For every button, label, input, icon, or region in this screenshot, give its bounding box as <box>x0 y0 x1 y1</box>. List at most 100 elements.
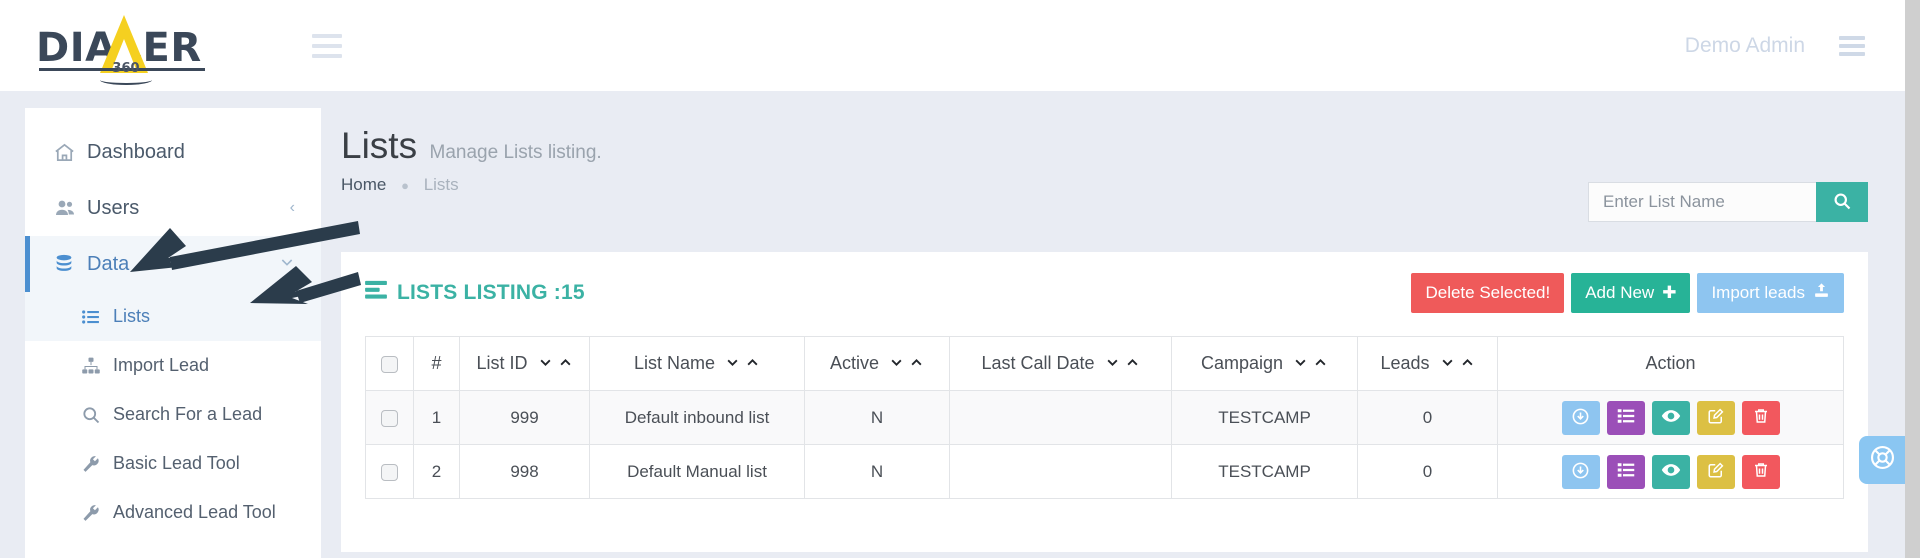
lists-panel: LISTS LISTING :15 Delete Selected! Add N… <box>341 252 1868 552</box>
delete-button[interactable] <box>1741 454 1780 489</box>
column-last-call-date[interactable]: Last Call Date <box>949 336 1172 391</box>
row-index: 1 <box>413 390 460 445</box>
preview-button[interactable] <box>1651 454 1690 489</box>
column-select-all <box>365 336 414 391</box>
plus-icon: ✚ <box>1662 283 1677 302</box>
navbar-right: Demo Admin <box>1685 34 1905 58</box>
edit-button[interactable] <box>1696 400 1735 435</box>
add-new-button[interactable]: Add New ✚ <box>1571 273 1691 313</box>
trash-icon <box>1752 461 1770 482</box>
column-leads[interactable]: Leads <box>1357 336 1498 391</box>
wrench-icon <box>81 503 113 523</box>
sitemap-icon <box>81 356 113 376</box>
sidebar-item-lists[interactable]: Lists <box>25 292 321 341</box>
search-button[interactable] <box>1816 182 1868 222</box>
brand-logo[interactable]: DIALER 360 <box>0 14 300 85</box>
column-label: # <box>431 353 442 373</box>
top-navbar: DIALER 360 Demo Admin <box>0 0 1905 91</box>
column-list-name[interactable]: List Name <box>589 336 805 391</box>
hamburger-icon-bar <box>312 53 342 58</box>
edit-icon <box>1707 407 1725 428</box>
hamburger-icon-bar <box>312 43 342 48</box>
view-leads-button[interactable] <box>1606 400 1645 435</box>
sidebar-item-search-for-a-lead[interactable]: Search For a Lead <box>25 390 321 439</box>
upload-icon <box>1813 282 1830 304</box>
sort-asc-icon[interactable] <box>1125 356 1140 372</box>
sort-controls[interactable] <box>725 356 760 372</box>
sort-asc-icon[interactable] <box>1460 356 1475 372</box>
view-leads-button[interactable] <box>1606 454 1645 489</box>
column-label: Action <box>1645 353 1696 373</box>
row-checkbox[interactable] <box>381 463 398 481</box>
column-action: Action <box>1497 336 1844 391</box>
import-leads-button[interactable]: Import leads <box>1697 273 1844 313</box>
row-checkbox[interactable] <box>381 409 398 427</box>
user-name-label[interactable]: Demo Admin <box>1685 34 1805 58</box>
sort-asc-icon[interactable] <box>745 356 760 372</box>
home-icon <box>53 141 87 164</box>
sidebar-item-data[interactable]: Data <box>25 236 321 292</box>
row-active: N <box>804 444 950 499</box>
page-subtitle: Manage Lists listing. <box>429 142 602 163</box>
sort-controls[interactable] <box>1293 356 1328 372</box>
search-icon <box>1832 191 1852 214</box>
sidebar-item-dashboard[interactable]: Dashboard <box>25 124 321 180</box>
column-label: List Name <box>633 353 716 373</box>
sidebar: Dashboard Users ‹ Data Lists Import Lead… <box>25 108 321 558</box>
column-campaign[interactable]: Campaign <box>1171 336 1358 391</box>
column-list-id[interactable]: List ID <box>459 336 590 391</box>
row-last-call-date <box>949 390 1172 445</box>
sort-asc-icon[interactable] <box>1313 356 1328 372</box>
logo-360-badge: 360 <box>112 60 140 76</box>
trash-icon <box>1752 407 1770 428</box>
sort-desc-icon[interactable] <box>538 356 553 372</box>
user-menu-button[interactable] <box>1839 35 1865 56</box>
preview-button[interactable] <box>1651 400 1690 435</box>
select-all-checkbox[interactable] <box>381 355 398 373</box>
row-list-name: Default inbound list <box>589 390 805 445</box>
page-scrollbar[interactable] <box>1905 0 1920 558</box>
column-label: Campaign <box>1200 353 1284 373</box>
sort-controls[interactable] <box>1440 356 1475 372</box>
sidebar-item-import-lead[interactable]: Import Lead <box>25 341 321 390</box>
sidebar-item-basic-lead-tool[interactable]: Basic Lead Tool <box>25 439 321 488</box>
help-support-button[interactable] <box>1859 436 1905 484</box>
panel-header: LISTS LISTING :15 Delete Selected! Add N… <box>365 273 1844 313</box>
breadcrumb-home[interactable]: Home <box>341 175 386 194</box>
sort-desc-icon[interactable] <box>1293 356 1308 372</box>
download-button[interactable] <box>1561 400 1600 435</box>
edit-icon <box>1707 461 1725 482</box>
sidebar-item-users[interactable]: Users ‹ <box>25 180 321 236</box>
row-select-cell <box>365 390 414 445</box>
panel-actions: Delete Selected! Add New ✚ Import leads <box>1411 273 1844 313</box>
sort-controls[interactable] <box>889 356 924 372</box>
sidebar-item-label: Search For a Lead <box>113 404 263 424</box>
breadcrumb-separator: ● <box>401 178 409 194</box>
edit-button[interactable] <box>1696 454 1735 489</box>
sort-desc-icon[interactable] <box>725 356 740 372</box>
sort-controls[interactable] <box>1105 356 1140 372</box>
row-campaign: TESTCAMP <box>1171 390 1358 445</box>
sidebar-item-label: Lists <box>113 306 151 326</box>
download-button[interactable] <box>1561 454 1600 489</box>
sort-controls[interactable] <box>538 356 573 372</box>
panel-title-text: LISTS LISTING :15 <box>397 281 585 304</box>
column-active[interactable]: Active <box>804 336 950 391</box>
delete-button[interactable] <box>1741 400 1780 435</box>
sort-asc-icon[interactable] <box>909 356 924 372</box>
sort-asc-icon[interactable] <box>558 356 573 372</box>
download-circle-icon <box>1571 461 1590 483</box>
wrench-icon <box>81 454 113 474</box>
column-label: Leads <box>1380 353 1430 373</box>
delete-selected-button[interactable]: Delete Selected! <box>1411 273 1565 313</box>
sidebar-toggle-button[interactable] <box>300 24 354 68</box>
column-label: Last Call Date <box>981 353 1095 373</box>
sort-desc-icon[interactable] <box>889 356 904 372</box>
row-list-id: 999 <box>459 390 590 445</box>
sidebar-item-advanced-lead-tool[interactable]: Advanced Lead Tool <box>25 488 321 537</box>
lists-table: # List ID List Name Active Last Call Dat… <box>365 336 1844 499</box>
search-input[interactable] <box>1588 182 1816 222</box>
sort-desc-icon[interactable] <box>1105 356 1120 372</box>
sort-desc-icon[interactable] <box>1440 356 1455 372</box>
row-leads: 0 <box>1357 444 1498 499</box>
